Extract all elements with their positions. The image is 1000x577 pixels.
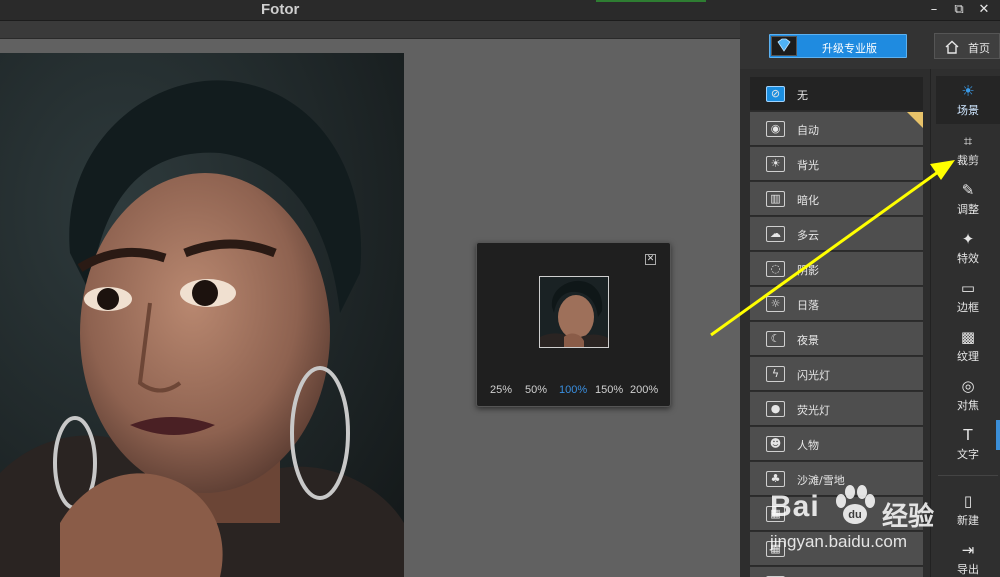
- bulb-icon: ●: [766, 401, 785, 417]
- scene-label: 暗化: [797, 194, 819, 207]
- scene-label: 自动: [797, 124, 819, 137]
- tool-crop[interactable]: ⌗ 裁剪: [936, 126, 1000, 174]
- frame-icon: ▭: [960, 279, 976, 297]
- scene-item[interactable]: ϟ 闪光灯: [750, 357, 923, 391]
- scene-label: 闪光灯: [797, 369, 830, 382]
- tool-label: 裁剪: [957, 154, 979, 167]
- tool-sparkle[interactable]: ✦ 特效: [936, 224, 1000, 272]
- scene-item[interactable]: ☼ 日落: [750, 287, 923, 321]
- scene-label: 多云: [797, 229, 819, 242]
- scene-item[interactable]: ● 荧光灯: [750, 392, 923, 426]
- crop-icon: ⌗: [963, 132, 973, 150]
- tool-label: 文字: [957, 448, 979, 461]
- title-bar: Fotor – ⧉ ✕: [0, 0, 1000, 21]
- canvas-toolbar: [0, 21, 740, 39]
- baidu-watermark: Bai du 经验 jingyan.baidu.com: [770, 470, 1000, 570]
- premium-badge: [907, 112, 923, 128]
- scene-label: 人物: [797, 439, 819, 452]
- watermark-jingyan: 经验: [882, 502, 935, 532]
- app-title: Fotor: [261, 1, 300, 18]
- zoom-option[interactable]: 150%: [595, 384, 623, 396]
- sidebar-scrollbar[interactable]: [996, 420, 1000, 450]
- dark-icon: ▥: [766, 191, 785, 207]
- tool-label: 调整: [957, 203, 979, 216]
- zoom-option[interactable]: 200%: [630, 384, 658, 396]
- scene-label: 阴影: [797, 264, 819, 277]
- edited-photo[interactable]: [0, 53, 404, 577]
- tool-text[interactable]: T 文字: [936, 420, 1000, 468]
- paw-icon: du: [832, 484, 878, 532]
- home-button[interactable]: 首页: [934, 33, 1000, 59]
- no-symbol-icon: ⊘: [766, 86, 785, 102]
- tool-texture[interactable]: ▩ 纹理: [936, 322, 1000, 370]
- tool-pencil[interactable]: ✎ 调整: [936, 175, 1000, 223]
- focus-icon: ◎: [961, 377, 975, 395]
- zoom-option[interactable]: 25%: [490, 384, 512, 396]
- home-label: 首页: [968, 42, 990, 55]
- cloud-icon: ☁: [766, 226, 785, 242]
- scene-item[interactable]: ☻ 人物: [750, 427, 923, 461]
- tool-scene-sun[interactable]: ☀ 场景: [936, 76, 1000, 124]
- svg-text:du: du: [848, 509, 861, 521]
- camera-icon: ◉: [766, 121, 785, 137]
- backlight-icon: ☀: [766, 156, 785, 172]
- tool-label: 特效: [957, 252, 979, 265]
- scene-label: 夜景: [797, 334, 819, 347]
- sparkle-icon: ✦: [961, 230, 975, 248]
- moon-icon: ☾: [766, 331, 785, 347]
- pencil-icon: ✎: [961, 181, 975, 199]
- scene-item-selected[interactable]: ⊘ 无: [750, 77, 923, 111]
- home-icon: [945, 39, 959, 58]
- tool-label: 对焦: [957, 399, 979, 412]
- minimize-button[interactable]: –: [925, 2, 943, 17]
- tool-focus[interactable]: ◎ 对焦: [936, 371, 1000, 419]
- watermark-url: jingyan.baidu.com: [770, 532, 908, 551]
- title-highlight: [596, 0, 706, 2]
- navigator-thumbnail[interactable]: [539, 276, 609, 348]
- tool-label: 场景: [957, 104, 979, 117]
- person-icon: ☻: [766, 436, 785, 452]
- fotor-window: Fotor – ⧉ ✕ ✕ 25% 50% 100% 150% 200% 升级专…: [0, 0, 1000, 577]
- upgrade-label: 升级专业版: [822, 42, 877, 55]
- tool-frame[interactable]: ▭ 边框: [936, 273, 1000, 321]
- zoom-levels: 25% 50% 100% 150% 200%: [477, 384, 672, 398]
- scene-label: 无: [797, 89, 808, 102]
- flash-icon: ϟ: [766, 366, 785, 382]
- scene-item[interactable]: ☁ 多云: [750, 217, 923, 251]
- tool-label: 纹理: [957, 350, 979, 363]
- watermark-brand: Bai: [770, 490, 820, 523]
- text-icon: T: [963, 426, 973, 444]
- close-button[interactable]: ✕: [975, 2, 993, 17]
- scene-item[interactable]: ☾ 夜景: [750, 322, 923, 356]
- navigator-panel: ✕ 25% 50% 100% 150% 200%: [476, 242, 671, 407]
- navigator-close-button[interactable]: ✕: [645, 254, 656, 265]
- texture-icon: ▩: [960, 328, 976, 346]
- zoom-option[interactable]: 50%: [525, 384, 547, 396]
- scene-label: 荧光灯: [797, 404, 830, 417]
- portrait-image: [0, 53, 404, 577]
- sunset-icon: ☼: [766, 296, 785, 312]
- scene-sun-icon: ☀: [961, 82, 975, 100]
- restore-button[interactable]: ⧉: [950, 2, 968, 17]
- scene-label: 背光: [797, 159, 819, 172]
- shadow-icon: ◌: [766, 261, 785, 277]
- scene-label: 日落: [797, 299, 819, 312]
- diamond-icon: [771, 36, 797, 56]
- scene-item[interactable]: ☀ 背光: [750, 147, 923, 181]
- zoom-option-active[interactable]: 100%: [559, 384, 587, 396]
- scene-item[interactable]: ▥ 暗化: [750, 182, 923, 216]
- scene-item[interactable]: ◉ 自动: [750, 112, 923, 146]
- tool-label: 边框: [957, 301, 979, 314]
- scene-item[interactable]: ◌ 阴影: [750, 252, 923, 286]
- upgrade-pro-button[interactable]: 升级专业版: [769, 34, 907, 58]
